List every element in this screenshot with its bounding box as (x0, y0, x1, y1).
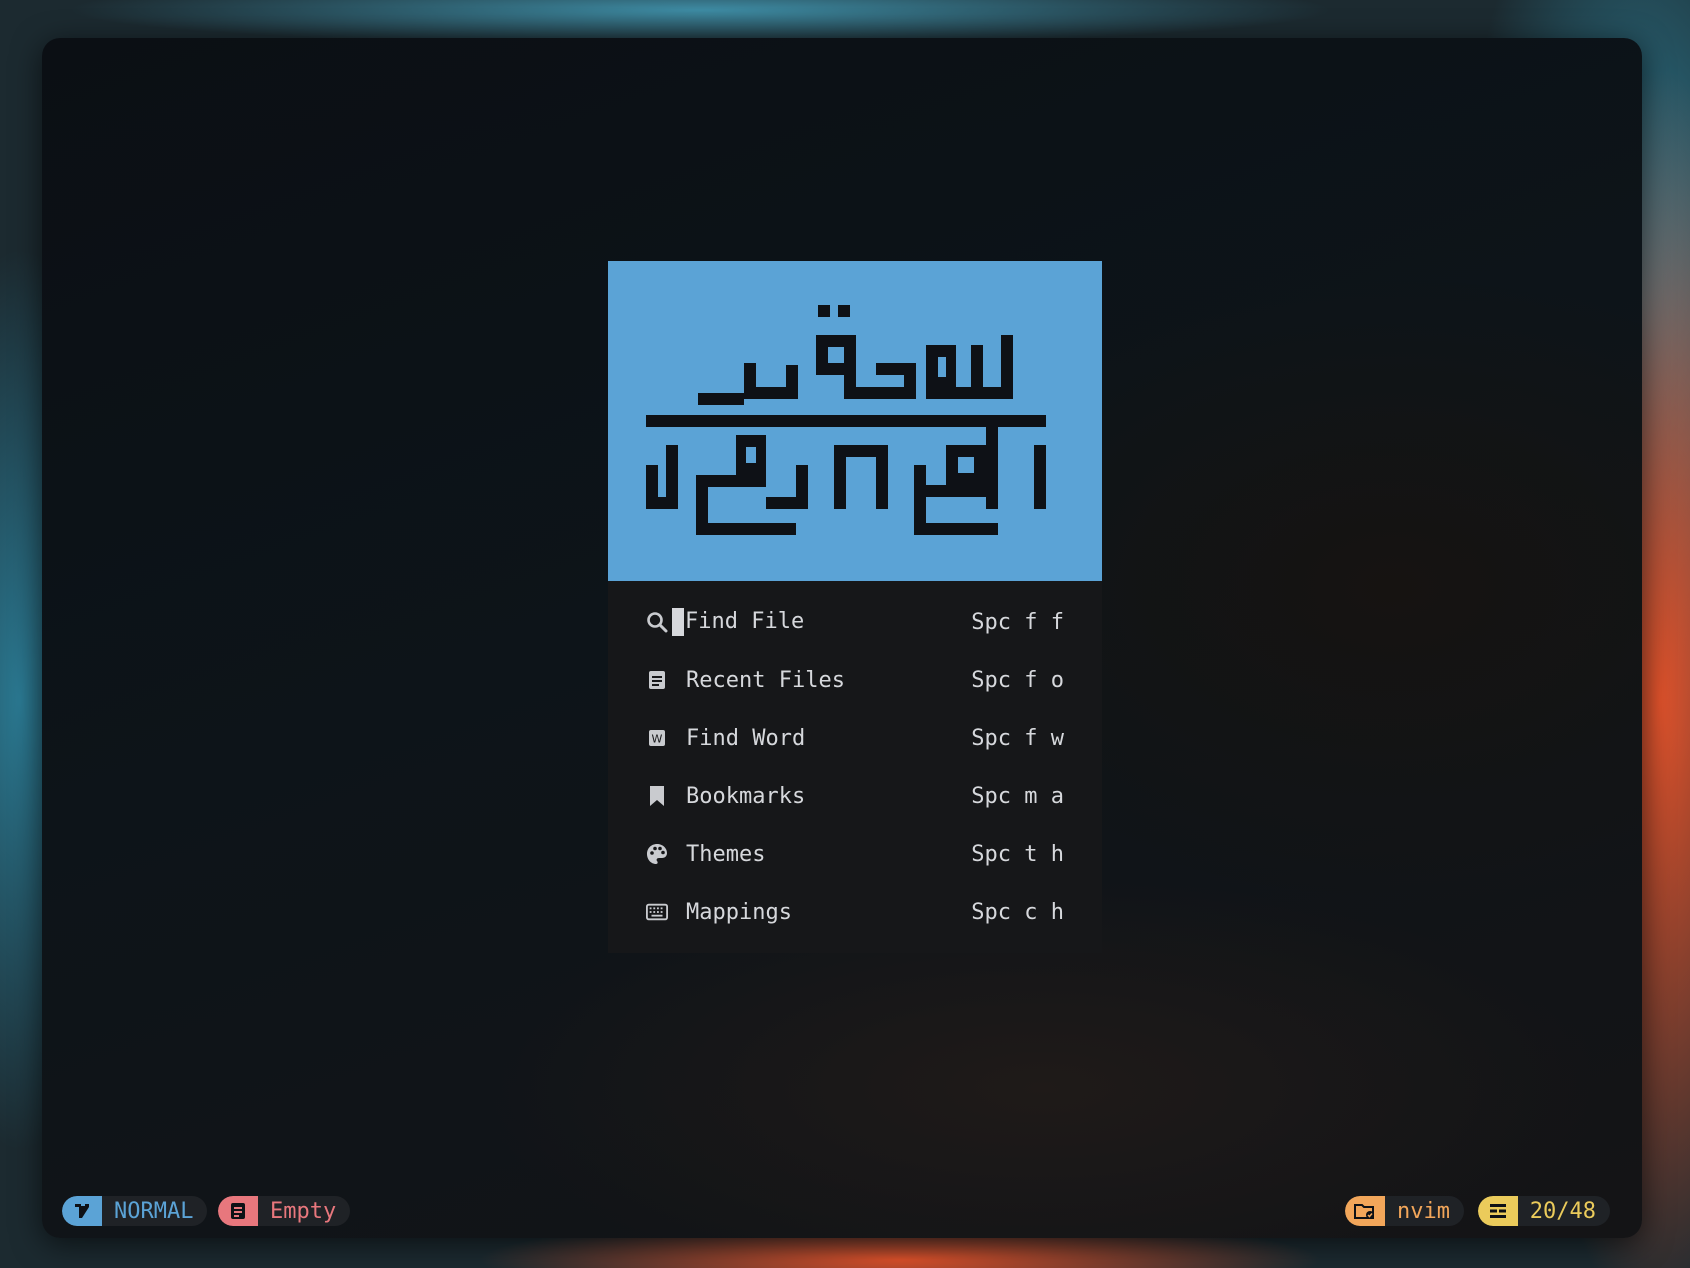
menu-item-find-file[interactable]: Find File Spc f f (608, 593, 1102, 651)
mode-indicator: NORMAL (62, 1196, 208, 1226)
document-icon (646, 669, 668, 691)
menu-item-label: Find File (672, 608, 971, 636)
menu-item-shortcut: Spc c h (971, 899, 1064, 925)
nvim-window: Find File Spc f f Recent Files Spc f o W… (42, 38, 1642, 1238)
bookmark-icon (646, 785, 668, 807)
menu-item-bookmarks[interactable]: Bookmarks Spc m a (608, 767, 1102, 825)
dashboard: Find File Spc f f Recent Files Spc f o W… (608, 261, 1102, 953)
mode-text: NORMAL (114, 1198, 194, 1224)
search-icon (646, 611, 668, 633)
word-icon: W (646, 727, 668, 749)
svg-text:W: W (652, 733, 663, 746)
menu-item-label: Themes (686, 841, 766, 867)
file-name: Empty (270, 1198, 337, 1224)
text-cursor (672, 608, 684, 636)
menu-item-find-word[interactable]: W Find Word Spc f w (608, 709, 1102, 767)
cwd-text: nvim (1397, 1198, 1450, 1224)
menu-item-label: Recent Files (686, 667, 845, 693)
menu-item-shortcut: Spc f f (971, 609, 1064, 635)
file-indicator: Empty (218, 1196, 351, 1226)
position-text: 20/48 (1529, 1198, 1596, 1224)
kufic-logo-icon (646, 305, 1046, 535)
menu-item-shortcut: Spc t h (971, 841, 1064, 867)
vim-icon (62, 1196, 102, 1226)
menu-item-shortcut: Spc f w (971, 725, 1064, 751)
keyboard-icon (646, 901, 668, 923)
position-indicator: 20/48 (1477, 1196, 1610, 1226)
dashboard-menu: Find File Spc f f Recent Files Spc f o W… (608, 581, 1102, 953)
menu-item-shortcut: Spc m a (971, 783, 1064, 809)
dashboard-banner (608, 261, 1102, 581)
file-icon (218, 1196, 258, 1226)
menu-item-mappings[interactable]: Mappings Spc c h (608, 883, 1102, 941)
menu-item-themes[interactable]: Themes Spc t h (608, 825, 1102, 883)
menu-item-label: Bookmarks (686, 783, 806, 809)
menu-item-label: Find Word (686, 725, 806, 751)
palette-icon (646, 843, 668, 865)
statusline: NORMAL Empty nvim 20/48 (42, 1182, 1642, 1238)
cwd-indicator: nvim (1345, 1196, 1464, 1226)
folder-icon (1345, 1196, 1386, 1226)
position-icon (1477, 1196, 1518, 1226)
menu-item-label: Mappings (686, 899, 792, 925)
menu-item-shortcut: Spc f o (971, 667, 1064, 693)
menu-item-recent-files[interactable]: Recent Files Spc f o (608, 651, 1102, 709)
